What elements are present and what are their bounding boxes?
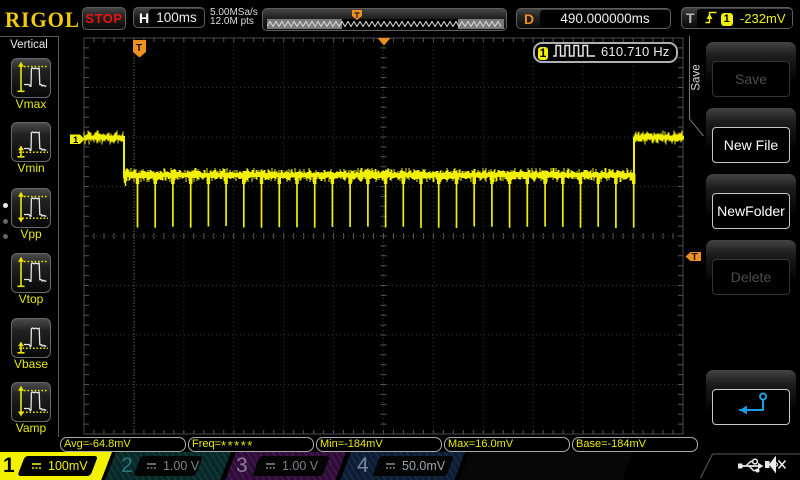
svg-text:T: T: [136, 43, 142, 54]
svg-text:1: 1: [73, 135, 79, 146]
svg-text:T: T: [692, 252, 698, 263]
